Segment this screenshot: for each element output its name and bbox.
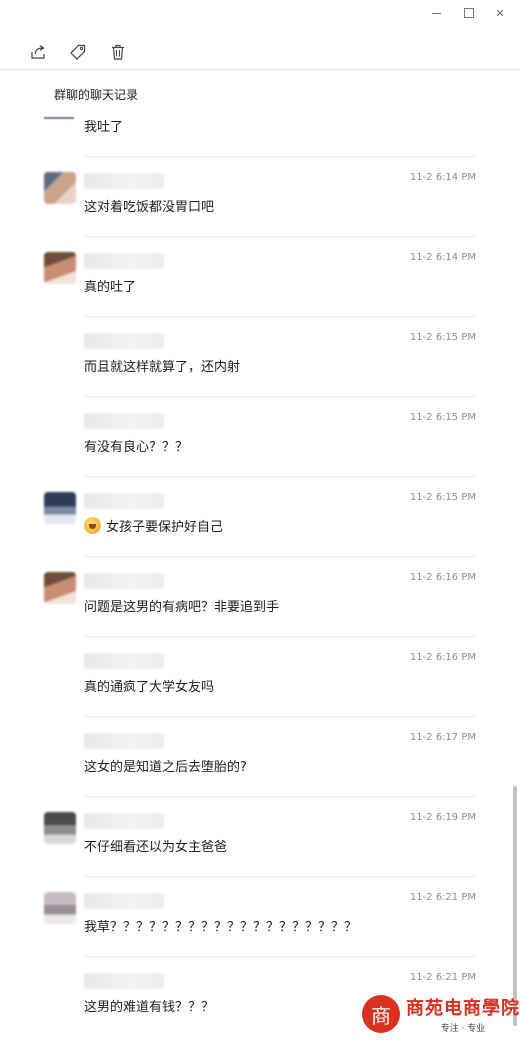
message-text: 有没有良心？？？: [84, 440, 189, 455]
message-time: 11-2 6:19 PM: [409, 812, 476, 823]
watermark: 商 商苑电商學院 专注 · 专业: [362, 994, 520, 1034]
avatar[interactable]: [44, 812, 76, 844]
message-divider: [84, 876, 476, 877]
scrollbar[interactable]: [513, 786, 517, 1026]
message-divider: [84, 156, 476, 157]
toolbar: [0, 36, 520, 70]
message-divider: [84, 476, 476, 477]
message-text: 问题是这男的有病吧？非要追到手: [84, 600, 280, 615]
message-divider: [84, 396, 476, 397]
message-text: 真的吐了: [84, 280, 137, 295]
minimize-button[interactable]: [428, 6, 444, 20]
message-item[interactable]: 11-2 6:15 PM 女孩子要保护好自己: [0, 476, 508, 556]
message-text: 这对着吃饭都没胃口吧: [84, 200, 215, 215]
message-list[interactable]: 我吐了 11-2 6:14 PM 这对着吃饭都没胃口吧 11-2 6:14 PM 真的吐…: [0, 76, 508, 1040]
message-item[interactable]: 11-2 6:19 PM 不仔细看还以为女主爸爸: [0, 796, 508, 876]
message-item[interactable]: 11-2 6:21 PM 我草？？？？？？？？？？？？？？？？？？？: [0, 876, 508, 956]
sender-name-blurred: [84, 493, 164, 509]
watermark-name: 商苑电商學院: [406, 998, 520, 1019]
delete-button[interactable]: [106, 40, 130, 64]
tag-icon: [70, 44, 86, 60]
message-item[interactable]: 11-2 6:17 PM 这女的是知道之后去堕胎的?: [0, 716, 508, 796]
message-divider: [84, 316, 476, 317]
message-text: 女孩子要保护好自己: [84, 516, 223, 535]
message-divider: [84, 236, 476, 237]
watermark-tagline: 专注 · 专业: [440, 1024, 486, 1034]
message-time: 11-2 6:17 PM: [409, 732, 476, 743]
message-text: 不仔细看还以为女主爸爸: [84, 840, 228, 855]
message-item[interactable]: 11-2 6:16 PM 问题是这男的有病吧？非要追到手: [0, 556, 508, 636]
message-text: 真的通疯了大学女友吗: [84, 680, 215, 695]
message-divider: [84, 556, 476, 557]
tag-button[interactable]: [66, 40, 90, 64]
message-time: 11-2 6:15 PM: [409, 412, 476, 423]
message-divider: [84, 796, 476, 797]
message-time: 11-2 6:14 PM: [409, 252, 476, 263]
sender-name-blurred: [84, 173, 164, 189]
sender-name-blurred: [84, 253, 164, 269]
sender-name-blurred: [84, 813, 164, 829]
sender-name-blurred: [84, 893, 164, 909]
message-text: 这女的是知道之后去堕胎的?: [84, 760, 247, 775]
share-button[interactable]: [26, 40, 50, 64]
message-time: 11-2 6:15 PM: [409, 492, 476, 503]
sender-name-blurred: [84, 973, 164, 989]
avatar[interactable]: [44, 492, 76, 524]
message-text-content: 女孩子要保护好自己: [106, 520, 224, 535]
message-text: 而且就这样就算了，还内射: [84, 360, 241, 375]
message-item[interactable]: 11-2 6:15 PM 而且就这样就算了，还内射: [0, 316, 508, 396]
message-text: 我吐了: [84, 120, 124, 135]
avatar[interactable]: [44, 892, 76, 924]
message-time: 11-2 6:21 PM: [409, 892, 476, 903]
maximize-button[interactable]: [461, 6, 477, 20]
message-text: 这男的难道有钱？？？: [84, 1000, 215, 1015]
sender-name-blurred: [84, 333, 164, 349]
avatar[interactable]: [44, 172, 76, 204]
message-item[interactable]: 11-2 6:15 PM 有没有良心？？？: [0, 396, 508, 476]
share-icon: [31, 45, 45, 59]
message-text: 我草？？？？？？？？？？？？？？？？？？？: [84, 920, 358, 935]
trash-icon: [112, 44, 124, 60]
emoji-icon: [84, 517, 101, 534]
avatar[interactable]: [44, 572, 76, 604]
message-time: 11-2 6:16 PM: [409, 652, 476, 663]
message-time: 11-2 6:15 PM: [409, 332, 476, 343]
message-time: 11-2 6:16 PM: [409, 572, 476, 583]
title-bar: [0, 0, 520, 28]
sender-name-blurred: [84, 413, 164, 429]
message-divider: [84, 636, 476, 637]
sender-name-blurred: [84, 573, 164, 589]
sender-name-blurred: [84, 653, 164, 669]
message-time: 11-2 6:14 PM: [409, 172, 476, 183]
message-time: 11-2 6:21 PM: [409, 972, 476, 983]
watermark-logo-icon: 商: [362, 995, 400, 1033]
message-divider: [84, 716, 476, 717]
message-item[interactable]: 11-2 6:14 PM 这对着吃饭都没胃口吧: [0, 156, 508, 236]
message-item[interactable]: 我吐了: [0, 76, 508, 156]
avatar[interactable]: [44, 252, 76, 284]
message-item[interactable]: 11-2 6:14 PM 真的吐了: [0, 236, 508, 316]
message-divider: [84, 956, 476, 957]
sender-name-blurred: [84, 733, 164, 749]
close-button[interactable]: [492, 6, 508, 20]
avatar-partial: [44, 117, 74, 119]
message-item[interactable]: 11-2 6:16 PM 真的通疯了大学女友吗: [0, 636, 508, 716]
